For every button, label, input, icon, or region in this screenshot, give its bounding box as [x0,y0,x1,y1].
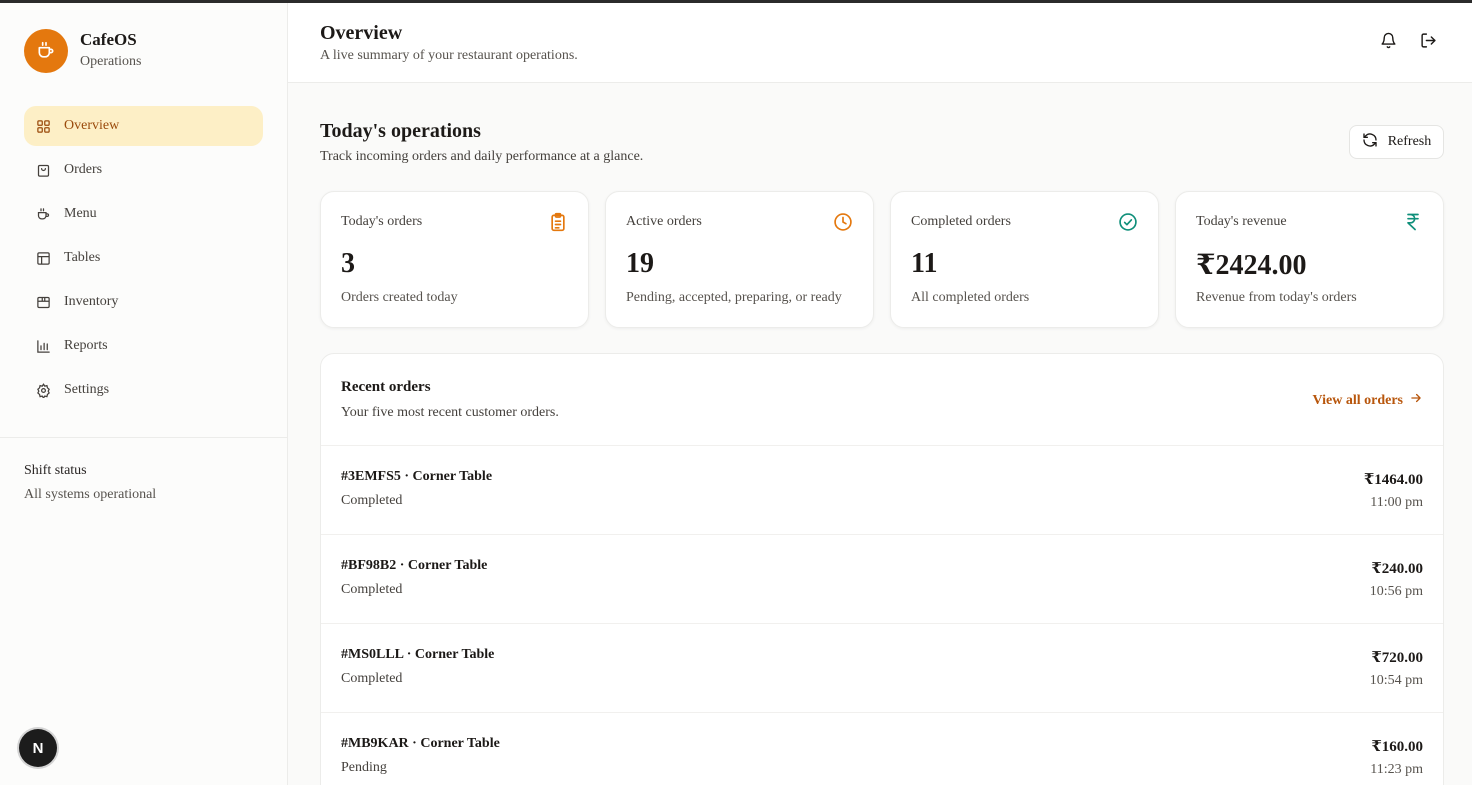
refresh-button[interactable]: Refresh [1349,125,1444,159]
shift-status-title: Shift status [24,463,87,478]
refresh-icon [1362,132,1388,153]
stat-value: ₹2424.00 [1196,250,1307,281]
coffee-cup-icon [24,29,68,73]
order-status: Pending [341,760,387,775]
clipboard-icon [548,212,568,232]
grid-icon [36,119,51,134]
section-title: Today's operations [320,120,481,142]
shift-status: Shift status All systems operational [24,461,156,509]
sidebar-item-label: Menu [64,206,97,221]
brand[interactable]: CafeOS Operations [24,29,141,73]
check-circle-icon [1118,212,1138,232]
order-time: 11:00 pm [1370,495,1423,510]
recent-orders-panel: Recent orders Your five most recent cust… [320,353,1444,785]
stat-label: Active orders [626,214,702,229]
top-header: Overview A live summary of your restaura… [288,3,1472,83]
sidebar-item-reports[interactable]: Reports [24,326,263,366]
stat-description: All completed orders [911,290,1030,305]
stat-card-todays-orders: Today's orders 3 Orders created today [320,191,589,328]
order-amount: ₹1464.00 [1363,472,1423,488]
order-status: Completed [341,671,403,686]
notifications-button[interactable] [1378,32,1398,54]
order-time: 10:54 pm [1369,673,1423,688]
refresh-label: Refresh [1387,134,1432,149]
stat-description: Orders created today [341,290,458,305]
stat-value: 11 [911,248,938,279]
sidebar-item-tables[interactable]: Tables [24,238,263,278]
stat-description: Pending, accepted, preparing, or ready [626,290,842,305]
sidebar-item-label: Overview [64,118,120,133]
bar-chart-icon [36,339,51,354]
stat-value: 19 [626,248,654,279]
view-all-label: View all orders [1312,392,1403,408]
section-subtitle: Track incoming orders and daily performa… [320,149,644,164]
order-id: #BF98B2 · Corner Table [341,558,488,573]
stat-card-todays-revenue: Today's revenue ₹2424.00 Revenue from to… [1175,191,1444,328]
logout-button[interactable] [1418,33,1438,53]
table-icon [36,251,51,266]
sidebar-item-settings[interactable]: Settings [24,370,263,410]
order-time: 10:56 pm [1369,584,1423,599]
shopping-bag-icon [36,163,51,178]
stat-label: Completed orders [911,214,1011,229]
sidebar-nav: Overview Orders Menu Tables Inventory Re… [24,106,263,414]
sidebar-item-overview[interactable]: Overview [24,106,263,146]
order-status: Completed [341,493,403,508]
stat-label: Today's revenue [1196,214,1287,229]
sidebar-item-label: Reports [64,338,108,353]
sidebar: CafeOS Operations Overview Orders Menu T… [0,3,288,785]
stat-value: 3 [341,248,355,279]
order-amount: ₹720.00 [1371,650,1423,666]
sidebar-item-label: Inventory [64,294,119,309]
sidebar-item-menu[interactable]: Menu [24,194,263,234]
stat-card-completed-orders: Completed orders 11 All completed orders [890,191,1159,328]
recent-orders-subtitle: Your five most recent customer orders. [341,405,559,420]
box-icon [36,295,51,310]
brand-name: CafeOS [80,30,137,49]
order-id: #MB9KAR · Corner Table [341,736,500,751]
recent-orders-title: Recent orders [341,379,431,395]
order-amount: ₹160.00 [1371,739,1423,755]
clock-icon [833,212,853,232]
dev-badge[interactable]: N [19,729,57,767]
page-subtitle: A live summary of your restaurant operat… [320,48,578,63]
sidebar-item-inventory[interactable]: Inventory [24,282,263,322]
page-title: Overview [320,22,403,44]
bell-icon [1380,32,1397,54]
shift-status-text: All systems operational [24,487,157,502]
order-status: Completed [341,582,403,597]
rupee-icon [1403,212,1423,232]
stat-label: Today's orders [341,214,423,229]
order-row[interactable]: #3EMFS5 · Corner Table Completed ₹1464.0… [321,445,1443,534]
order-row[interactable]: #MS0LLL · Corner Table Completed ₹720.00… [321,623,1443,712]
order-row[interactable]: #MB9KAR · Corner Table Pending ₹160.00 1… [321,712,1443,785]
view-all-orders-link[interactable]: View all orders [1313,391,1423,410]
order-time: 11:23 pm [1370,762,1423,777]
order-id: #MS0LLL · Corner Table [341,647,495,662]
sidebar-item-label: Tables [64,250,101,265]
sidebar-divider [0,437,287,438]
order-id: #3EMFS5 · Corner Table [341,469,493,484]
coffee-icon [36,207,51,222]
stat-description: Revenue from today's orders [1196,290,1357,305]
stat-card-active-orders: Active orders 19 Pending, accepted, prep… [605,191,874,328]
arrow-right-icon [1403,391,1423,410]
gear-icon [36,382,51,398]
logout-icon [1420,32,1437,54]
order-amount: ₹240.00 [1371,561,1423,577]
sidebar-item-label: Settings [64,382,110,397]
sidebar-item-orders[interactable]: Orders [24,150,263,190]
order-row[interactable]: #BF98B2 · Corner Table Completed ₹240.00… [321,534,1443,623]
brand-subtitle: Operations [80,54,142,69]
sidebar-item-label: Orders [64,162,103,177]
